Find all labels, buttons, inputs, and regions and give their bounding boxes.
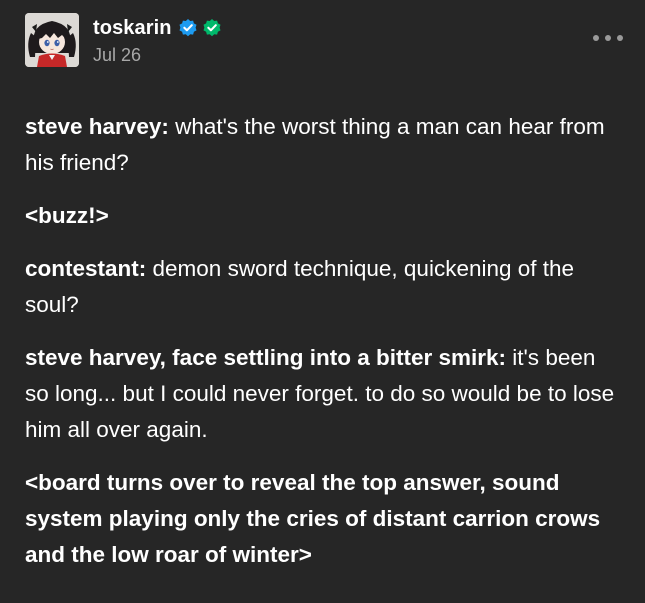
dot bbox=[593, 35, 599, 41]
speaker-name: steve harvey, face settling into a bitte… bbox=[25, 345, 499, 370]
paragraph-text: <buzz!> bbox=[25, 203, 109, 228]
paragraph: contestant: demon sword technique, quick… bbox=[25, 251, 625, 323]
post-header: toskarin Jul 26 bbox=[25, 13, 222, 69]
verified-badge-icon[interactable] bbox=[178, 18, 198, 38]
paragraph: steve harvey, face settling into a bitte… bbox=[25, 340, 625, 448]
post-meta: toskarin Jul 26 bbox=[93, 13, 222, 66]
paragraph-text: <board turns over to reveal the top answ… bbox=[25, 470, 601, 567]
post-body: steve harvey: what's the worst thing a m… bbox=[25, 109, 625, 590]
speaker-separator: : bbox=[138, 256, 153, 281]
speaker-separator: : bbox=[498, 345, 513, 370]
check-badge-icon[interactable] bbox=[202, 18, 222, 38]
post-date[interactable]: Jul 26 bbox=[93, 45, 222, 66]
paragraph: steve harvey: what's the worst thing a m… bbox=[25, 109, 625, 181]
paragraph: <board turns over to reveal the top answ… bbox=[25, 465, 625, 573]
avatar-image bbox=[25, 13, 79, 67]
tumblr-post: toskarin Jul 26 steve harvey: what's the… bbox=[0, 0, 645, 603]
dot bbox=[605, 35, 611, 41]
speaker-name: steve harvey bbox=[25, 114, 162, 139]
speaker-name: contestant bbox=[25, 256, 139, 281]
username-link[interactable]: toskarin bbox=[93, 17, 172, 40]
dot bbox=[617, 35, 623, 41]
more-options-icon[interactable] bbox=[593, 33, 623, 43]
paragraph: <buzz!> bbox=[25, 198, 625, 234]
name-row: toskarin bbox=[93, 15, 222, 41]
avatar[interactable] bbox=[25, 13, 79, 67]
speaker-separator: : bbox=[161, 114, 176, 139]
